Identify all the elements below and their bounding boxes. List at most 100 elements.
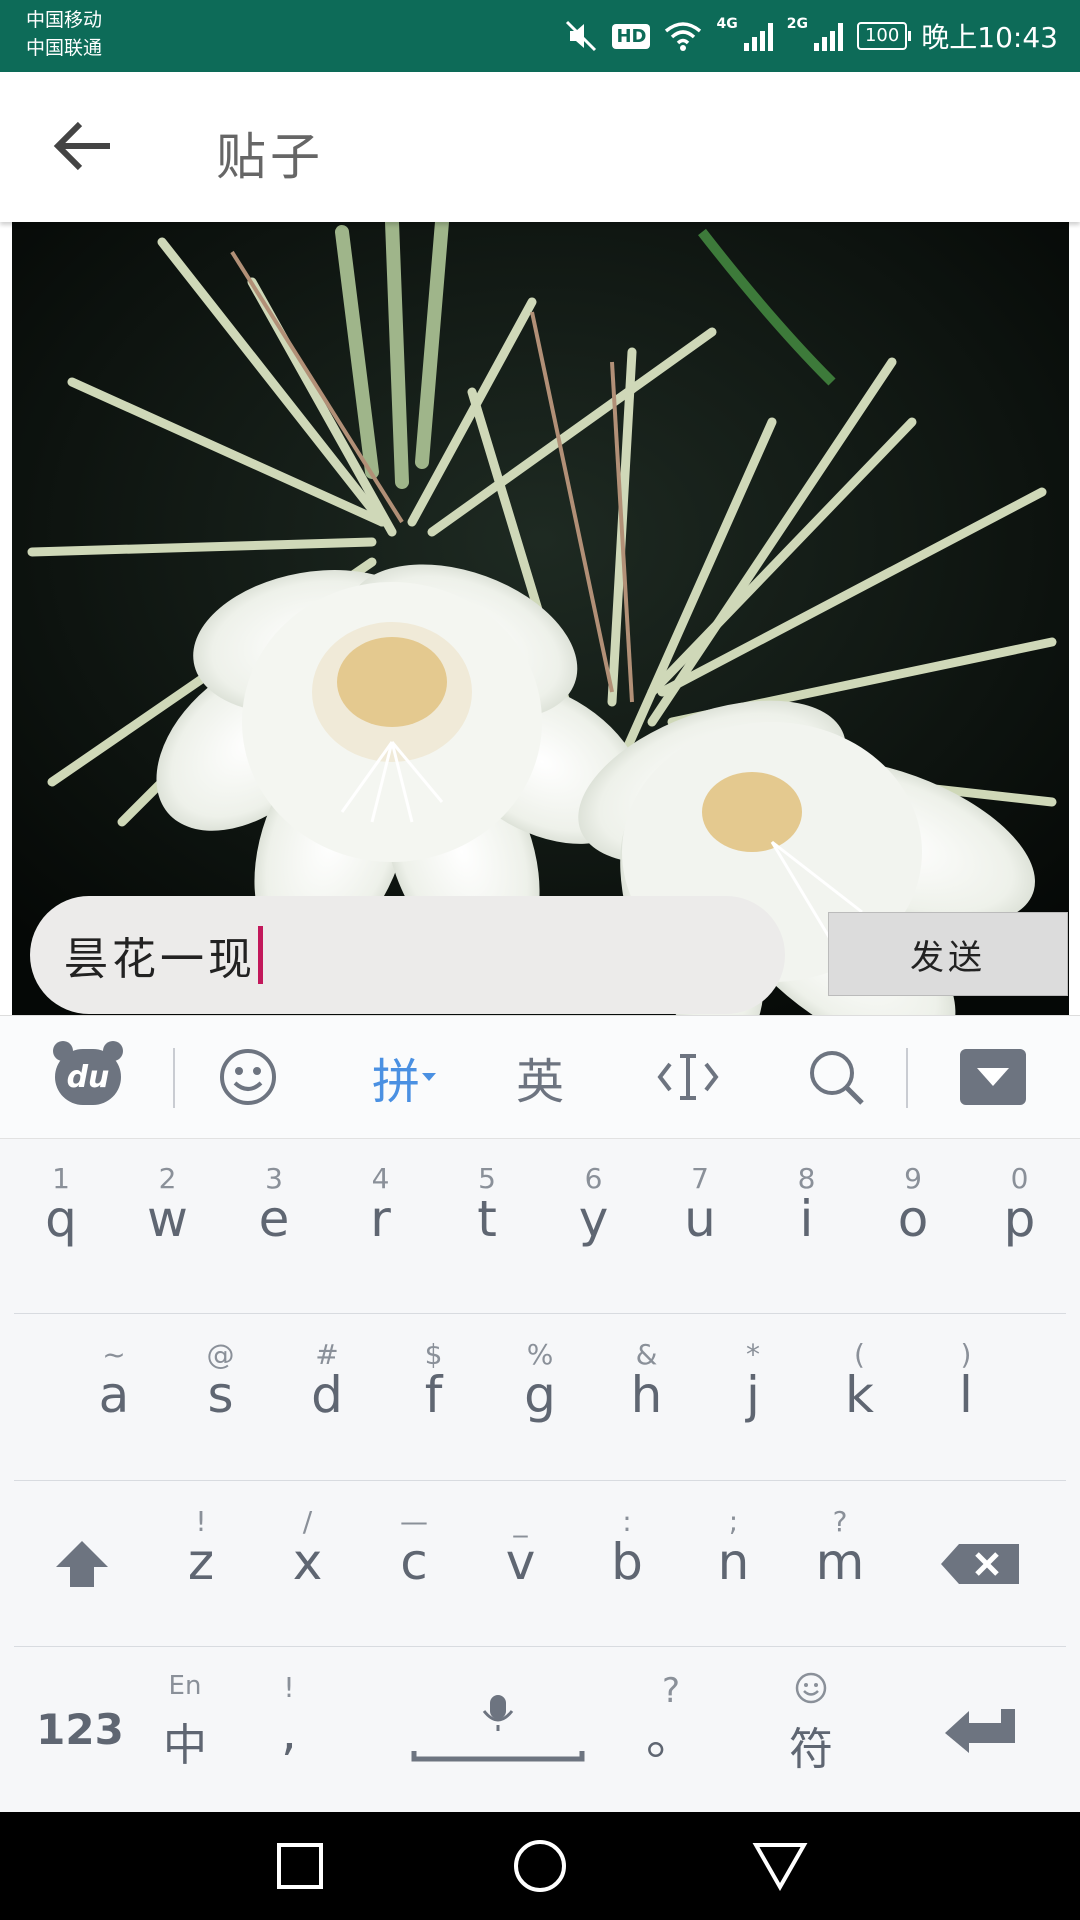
key-l[interactable]: ) l — [913, 1314, 1019, 1480]
key-e[interactable]: 3e — [221, 1138, 327, 1304]
symbols-key-main: 符 — [789, 1724, 833, 1775]
smiley-icon — [220, 1049, 276, 1105]
hd-badge: HD — [612, 23, 651, 49]
signal-2-icon — [813, 21, 843, 51]
key-m[interactable]: ? m — [787, 1481, 893, 1647]
dropdown-triangle-icon — [422, 1073, 436, 1081]
pinyin-mode-button[interactable]: 拼 — [350, 1016, 460, 1138]
language-switch-key[interactable]: En 中 — [132, 1647, 238, 1813]
recents-square-icon — [277, 1843, 323, 1889]
key-a[interactable]: ~ a — [61, 1314, 167, 1480]
key-g[interactable]: % g — [487, 1314, 593, 1480]
key-t-label: t — [477, 1190, 497, 1248]
key-w[interactable]: 2w — [115, 1138, 221, 1304]
key-c-label: c — [400, 1533, 428, 1591]
key-j[interactable]: * j — [700, 1314, 806, 1480]
network-type-1: 4G — [716, 16, 738, 32]
search-button[interactable] — [788, 1016, 884, 1138]
key-f[interactable]: $ f — [381, 1314, 487, 1480]
key-d-label: d — [311, 1366, 343, 1424]
key-z[interactable]: ! z — [148, 1481, 254, 1647]
numbers-key[interactable]: 123 — [30, 1647, 130, 1813]
key-u[interactable]: 7u — [647, 1138, 753, 1304]
key-p[interactable]: 0p — [967, 1138, 1073, 1304]
network-type-2: 2G — [786, 16, 808, 32]
key-n-label: n — [717, 1533, 750, 1591]
enter-key[interactable] — [920, 1647, 1040, 1813]
status-bar: 中国移动 中国联通 HD 4G 2G 100 晚上10:43 — [0, 0, 1080, 72]
key-o[interactable]: 9o — [860, 1138, 966, 1304]
key-row-2: ~ a @ s # d $ f% g & h * j(k) l — [0, 1314, 1080, 1480]
key-z-label: z — [187, 1533, 215, 1591]
key-y-label: y — [578, 1190, 609, 1248]
comma-key-main: , — [281, 1703, 297, 1761]
key-row-4: 123 En 中 ! , ? 。 符 — [0, 1647, 1080, 1813]
key-e-label: e — [258, 1190, 290, 1248]
toolbar-divider — [173, 1048, 175, 1108]
home-circle-icon — [514, 1840, 566, 1892]
english-mode-button[interactable]: 英 — [492, 1016, 588, 1138]
key-y[interactable]: 6y — [541, 1138, 647, 1304]
key-c[interactable]: — c — [361, 1481, 467, 1647]
backspace-key[interactable] — [920, 1481, 1040, 1647]
key-d[interactable]: # d — [274, 1314, 380, 1480]
home-button[interactable] — [486, 1812, 594, 1920]
period-key[interactable]: ? 。 — [618, 1647, 724, 1813]
key-v[interactable]: _ v — [468, 1481, 574, 1647]
cursor-control-button[interactable] — [640, 1016, 736, 1138]
system-nav-bar — [0, 1812, 1080, 1920]
collapse-keyboard-icon — [960, 1049, 1026, 1105]
key-x-label: x — [292, 1533, 323, 1591]
key-v-label: v — [505, 1533, 536, 1591]
english-label: 英 — [515, 1054, 564, 1110]
key-s-label: s — [207, 1366, 234, 1424]
language-switch-main: 中 — [163, 1720, 207, 1771]
hide-keyboard-button[interactable] — [945, 1016, 1041, 1138]
back-arrow-icon[interactable] — [52, 118, 116, 174]
toolbar-divider — [906, 1048, 908, 1108]
key-m-label: m — [815, 1533, 865, 1591]
soft-keyboard: du 拼 英 1q2w3e4r5t6y7u8i9o0p ~ a @ s # d $ f% g & h… — [0, 1015, 1080, 1813]
app-bar: 贴子 — [0, 72, 1080, 222]
key-i-label: i — [799, 1190, 814, 1248]
send-button[interactable]: 发送 — [828, 912, 1068, 996]
space-mic-icon — [411, 1695, 585, 1762]
key-s[interactable]: @ s — [168, 1314, 274, 1480]
battery-icon: 100 — [856, 22, 912, 50]
key-x[interactable]: / x — [255, 1481, 361, 1647]
back-button[interactable] — [726, 1812, 834, 1920]
key-u-label: u — [684, 1190, 716, 1248]
key-t[interactable]: 5t — [434, 1138, 540, 1304]
period-key-main: 。 — [646, 1708, 696, 1766]
text-cursor-icon — [657, 1054, 719, 1100]
symbols-key[interactable]: 符 — [758, 1647, 864, 1813]
comma-key[interactable]: ! , — [236, 1647, 342, 1813]
space-key[interactable] — [410, 1647, 586, 1813]
clock: 晚上10:43 — [921, 21, 1058, 54]
carrier-1: 中国移动 — [26, 9, 103, 31]
key-n[interactable]: ; n — [681, 1481, 787, 1647]
key-w-label: w — [147, 1190, 188, 1248]
key-k[interactable]: (k — [807, 1314, 913, 1480]
symbols-smiley-icon — [758, 1671, 864, 1712]
key-j-label: j — [746, 1366, 760, 1424]
key-i[interactable]: 8i — [754, 1138, 860, 1304]
backspace-icon — [941, 1544, 1019, 1584]
key-h[interactable]: & h — [594, 1314, 700, 1480]
key-r-label: r — [370, 1190, 391, 1248]
du-logo-button[interactable]: du — [40, 1016, 136, 1138]
key-l-label: l — [959, 1366, 973, 1424]
mute-icon — [564, 19, 598, 53]
shift-key[interactable] — [22, 1481, 142, 1647]
key-row-1: 1q2w3e4r5t6y7u8i9o0p — [0, 1138, 1080, 1304]
emoji-button[interactable] — [200, 1016, 296, 1138]
key-k-label: k — [845, 1366, 874, 1424]
comment-input-value: 昙花一现 — [64, 934, 256, 985]
key-r[interactable]: 4r — [328, 1138, 434, 1304]
key-b[interactable]: :b — [574, 1481, 680, 1647]
recents-button[interactable] — [246, 1812, 354, 1920]
key-q[interactable]: 1q — [8, 1138, 114, 1304]
shift-arrow-icon — [56, 1541, 108, 1587]
comment-input[interactable]: 昙花一现 — [30, 896, 785, 1014]
search-icon — [810, 1051, 864, 1105]
